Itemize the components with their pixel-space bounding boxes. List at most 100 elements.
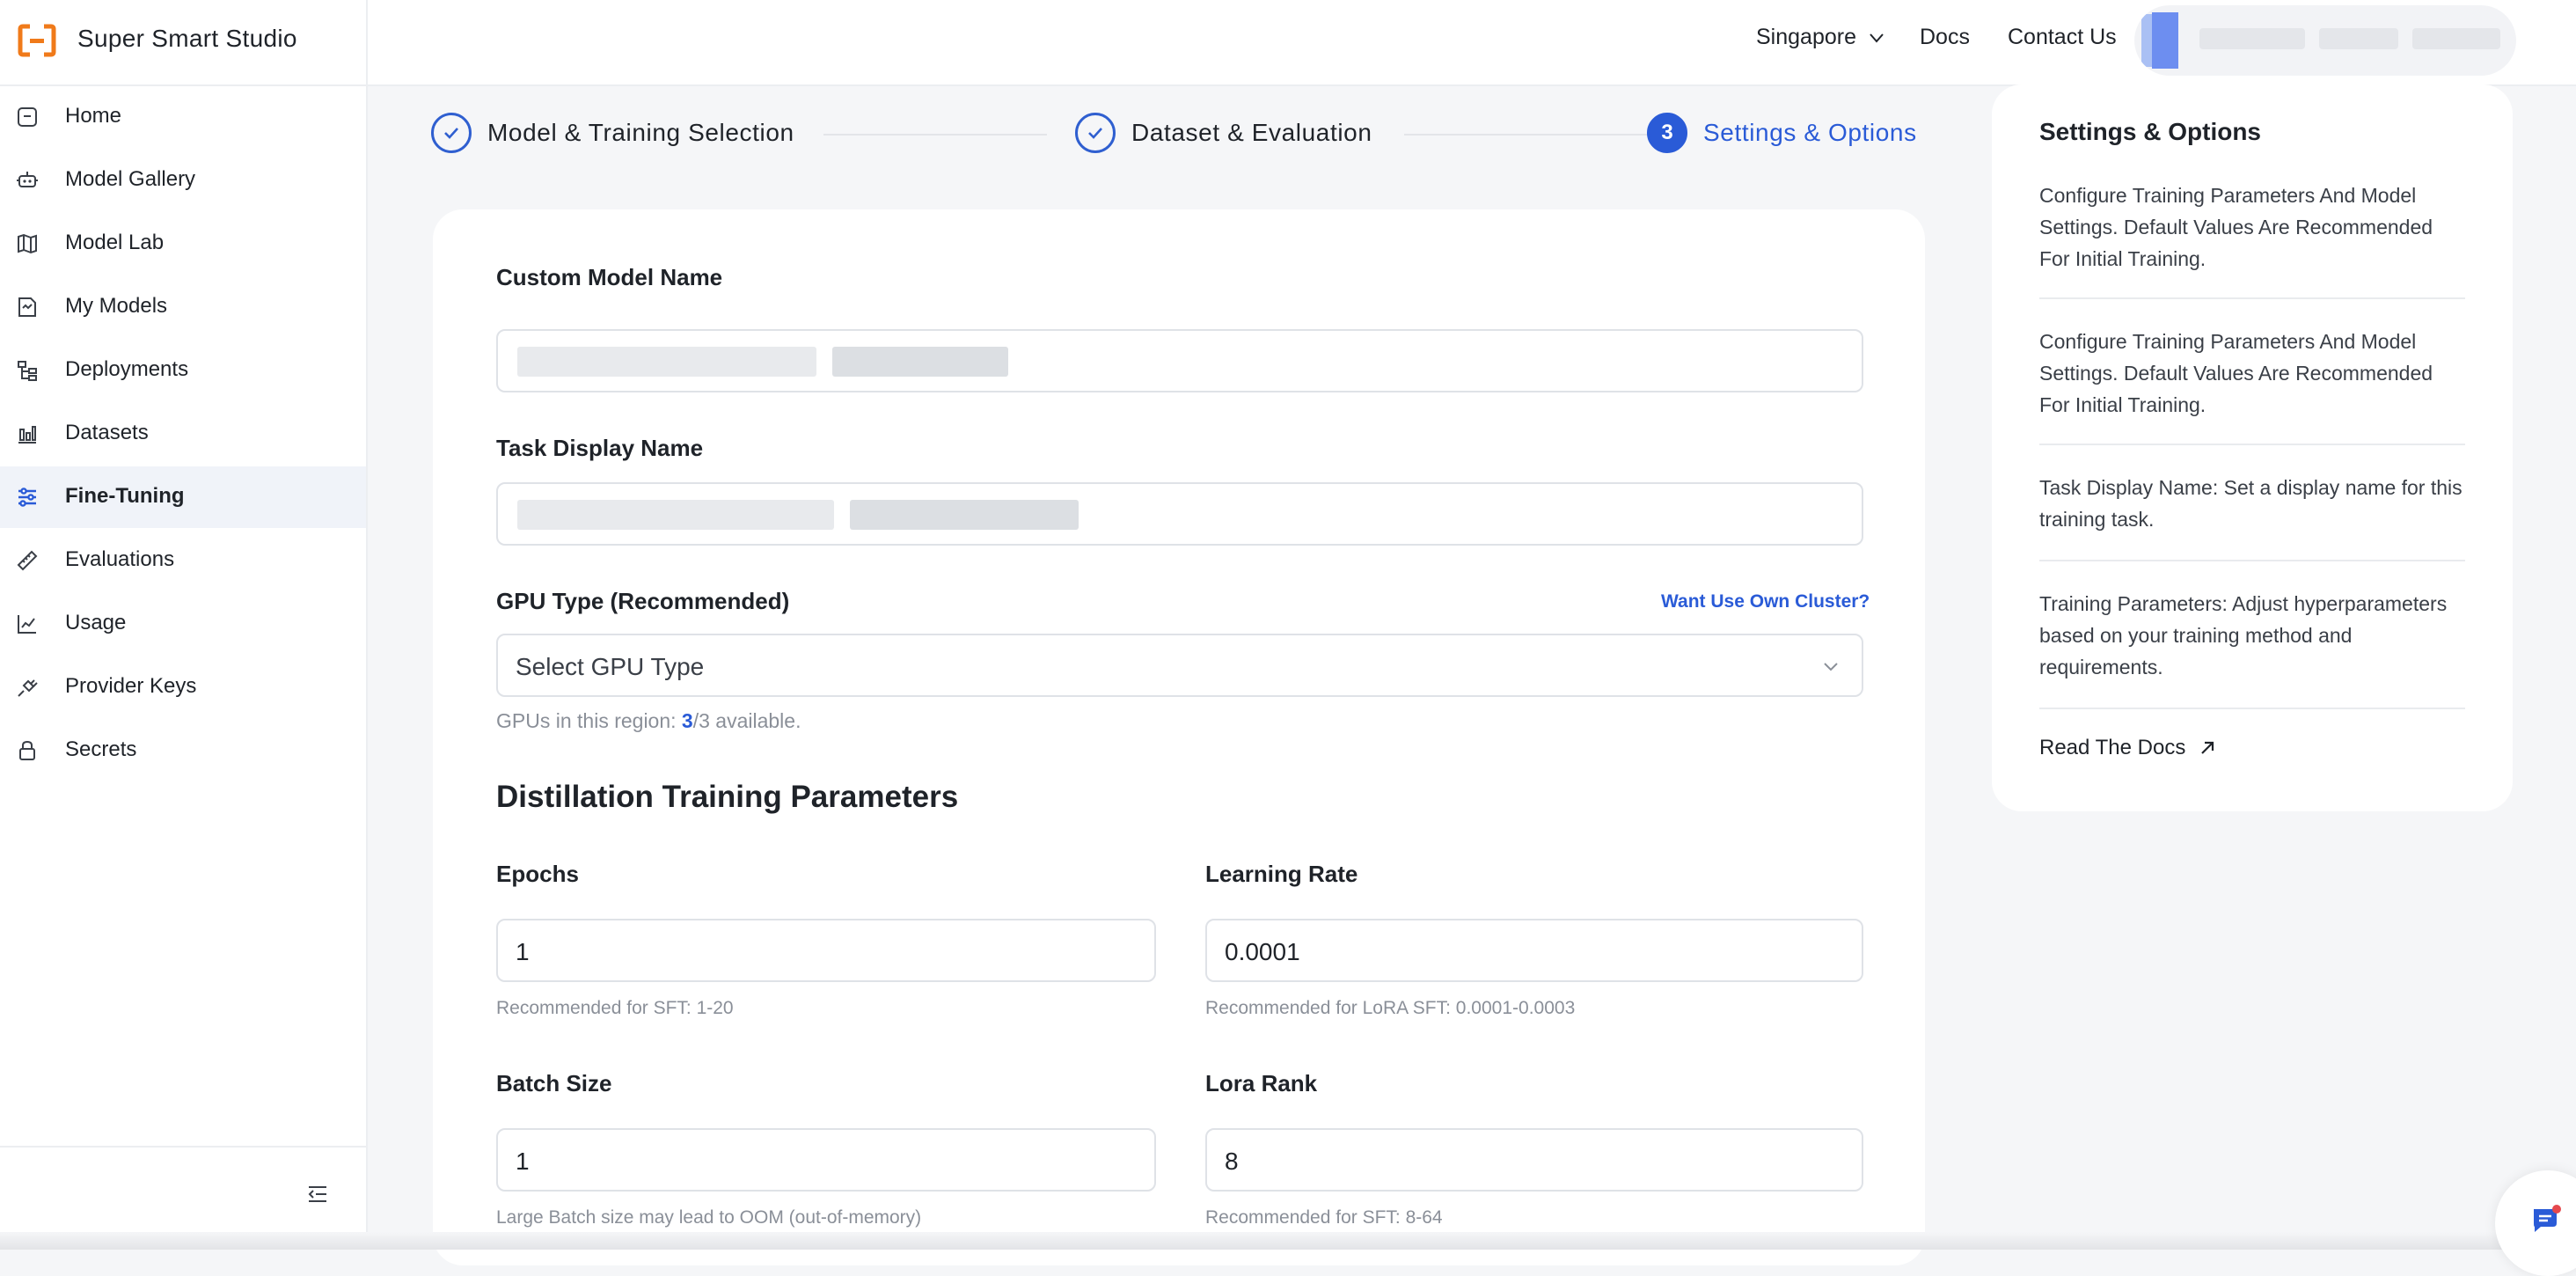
help-panel: Settings & Options Configure Training Pa…: [1992, 84, 2513, 811]
home-icon: [18, 107, 37, 127]
epochs-input[interactable]: 1: [496, 919, 1156, 982]
sidebar-item-datasets[interactable]: Datasets: [0, 403, 366, 465]
user-account-menu[interactable]: [2134, 5, 2516, 76]
sidebar-item-fine-tuning[interactable]: Fine-Tuning: [0, 466, 366, 528]
sidebar-item-deployments[interactable]: Deployments: [0, 340, 366, 401]
help-divider: [2039, 560, 2465, 561]
help-divider: [2039, 444, 2465, 445]
chevron-down-icon: [1870, 33, 1884, 43]
learning-rate-label: Learning Rate: [1205, 861, 1358, 887]
robot-icon: [17, 172, 38, 187]
epochs-label: Epochs: [496, 861, 579, 887]
learning-rate-value: 0.0001: [1225, 938, 1300, 965]
help-paragraph: Configure Training Parameters And Model …: [2039, 184, 2433, 270]
step-settings-options[interactable]: 3 Settings & Options: [1647, 113, 1917, 153]
deploy-tree-icon: [18, 361, 37, 381]
plug-icon: [18, 679, 38, 697]
sidebar-item-label: Datasets: [65, 421, 149, 444]
gpu-availability-suffix: /3 available.: [692, 709, 801, 732]
sidebar-item-model-gallery[interactable]: Model Gallery: [0, 150, 366, 211]
docs-link[interactable]: Docs: [1920, 25, 1970, 50]
task-display-name-input[interactable]: [496, 482, 1863, 546]
sidebar-item-label: Evaluations: [65, 547, 175, 571]
sliders-icon: [18, 488, 36, 507]
sidebar-item-label: Deployments: [65, 357, 189, 381]
region-label: Singapore: [1756, 25, 1856, 49]
external-link-icon: [2201, 741, 2214, 754]
chat-icon: [2534, 1205, 2561, 1232]
sidebar-item-label: Usage: [65, 611, 127, 634]
learning-rate-input[interactable]: 0.0001: [1205, 919, 1863, 982]
sidebar-item-label: My Models: [65, 294, 168, 318]
chevron-down-icon: [1824, 663, 1838, 671]
region-selector[interactable]: Singapore: [1756, 25, 1886, 50]
help-divider: [2039, 708, 2465, 709]
batch-size-label: Batch Size: [496, 1070, 612, 1096]
gpu-type-select[interactable]: Select GPU Type: [496, 634, 1863, 697]
gpu-available-count: 3: [681, 709, 693, 732]
step-label: Model & Training Selection: [487, 119, 794, 146]
task-display-name-label: Task Display Name: [496, 435, 704, 461]
lora-rank-label: Lora Rank: [1205, 1070, 1318, 1096]
lock-icon: [19, 740, 35, 760]
redacted-value: [850, 500, 1079, 530]
app-name: Super Smart Studio: [77, 25, 297, 52]
chat-support-button[interactable]: [2495, 1170, 2576, 1276]
batch-size-input[interactable]: 1: [496, 1128, 1156, 1192]
batch-size-value: 1: [516, 1148, 530, 1175]
avatar-overlay: [2152, 12, 2178, 69]
sidebar-item-label: Model Gallery: [65, 167, 196, 191]
custom-model-name-label: Custom Model Name: [496, 264, 723, 290]
sidebar-item-model-lab[interactable]: Model Lab: [0, 213, 366, 275]
help-paragraph: Configure Training Parameters And Model …: [2039, 330, 2433, 416]
step-connector: [1404, 134, 1668, 136]
brand[interactable]: Super Smart Studio: [0, 0, 368, 84]
collapse-sidebar-icon[interactable]: [306, 1183, 329, 1206]
epochs-value: 1: [516, 938, 530, 965]
sidebar-item-label: Fine-Tuning: [65, 484, 185, 508]
ruler-icon: [17, 550, 38, 571]
sidebar: Home Model Gallery Model Lab My Models D…: [0, 86, 368, 1250]
gpu-availability-text: GPUs in this region: 3/3 available.: [496, 709, 801, 733]
step-label: Settings & Options: [1703, 119, 1917, 146]
step-label: Dataset & Evaluation: [1131, 119, 1372, 146]
model-file-icon: [18, 297, 36, 317]
lora-rank-value: 8: [1225, 1148, 1239, 1175]
lora-rank-hint: Recommended for SFT: 8-64: [1205, 1207, 1443, 1228]
lora-rank-input[interactable]: 8: [1205, 1128, 1863, 1192]
step-dataset-evaluation[interactable]: Dataset & Evaluation: [1075, 113, 1372, 153]
sidebar-item-my-models[interactable]: My Models: [0, 276, 366, 338]
read-the-docs-link[interactable]: Read The Docs: [2039, 736, 2217, 760]
bottom-edge: [0, 1232, 2576, 1250]
help-panel-title: Settings & Options: [2039, 118, 2261, 145]
step-model-training[interactable]: Model & Training Selection: [431, 113, 794, 153]
sidebar-divider: [0, 1146, 366, 1148]
gpu-type-placeholder: Select GPU Type: [516, 653, 705, 680]
gpu-availability-prefix: GPUs in this region:: [496, 709, 682, 732]
own-cluster-link[interactable]: Want Use Own Cluster?: [1661, 591, 1870, 612]
check-icon: [431, 113, 472, 153]
sidebar-item-home[interactable]: Home: [0, 86, 366, 148]
sidebar-item-usage[interactable]: Usage: [0, 593, 366, 655]
sidebar-item-secrets[interactable]: Secrets: [0, 720, 366, 781]
stepper: Model & Training Selection Dataset & Eva…: [431, 113, 1927, 162]
distillation-section-title: Distillation Training Parameters: [496, 780, 959, 814]
settings-form-card: Custom Model Name Task Display Name GPU …: [433, 209, 1925, 1265]
bar-chart-icon: [18, 426, 36, 444]
sidebar-item-evaluations[interactable]: Evaluations: [0, 530, 366, 591]
brand-logo-icon: [18, 24, 56, 57]
read-the-docs-label: Read The Docs: [2039, 736, 2186, 759]
learning-rate-hint: Recommended for LoRA SFT: 0.0001-0.0003: [1205, 998, 1576, 1018]
help-paragraph: Training Parameters: Adjust hyperparamet…: [2039, 592, 2448, 678]
sidebar-item-provider-keys[interactable]: Provider Keys: [0, 656, 366, 718]
step-connector: [823, 134, 1047, 136]
map-icon: [18, 233, 37, 254]
redacted-account-text: [2319, 28, 2398, 49]
step-number: 3: [1647, 113, 1687, 153]
redacted-value: [517, 347, 816, 377]
sidebar-item-label: Model Lab: [65, 231, 165, 254]
contact-us-link[interactable]: Contact Us: [2008, 25, 2117, 50]
sidebar-item-label: Secrets: [65, 737, 137, 761]
custom-model-name-input[interactable]: [496, 329, 1863, 392]
gpu-type-label: GPU Type (Recommended): [496, 588, 790, 614]
